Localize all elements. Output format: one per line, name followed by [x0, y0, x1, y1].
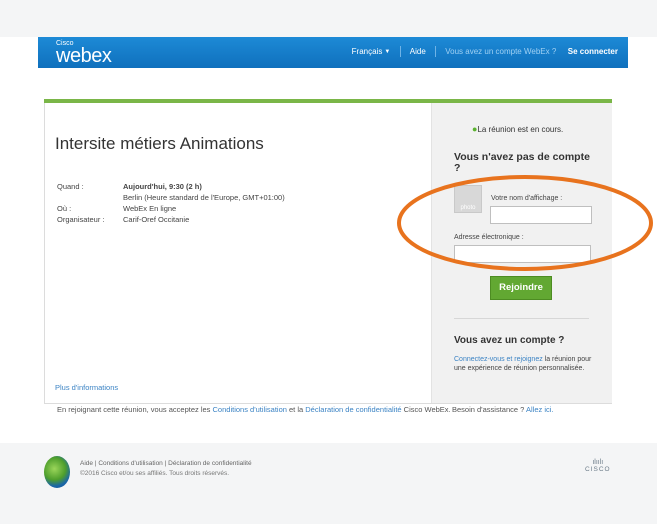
host-label: Organisateur :	[57, 215, 105, 224]
logo-webex-text: webex	[56, 45, 112, 67]
footer-copyright: ©2016 Cisco et/ou ses affiliés. Tous dro…	[80, 470, 230, 477]
signin-link[interactable]: Se connecter	[568, 47, 618, 56]
footer-links: Aide | Conditions d'utilisation | Déclar…	[80, 460, 252, 467]
cisco-wordmark: CISCO	[585, 466, 611, 473]
footer-privacy-link[interactable]: Déclaration de confidentialité	[168, 460, 251, 467]
meeting-card: Intersite métiers Animations Quand : Aujo…	[44, 99, 612, 404]
host-value: Carif-Oref Occitanie	[123, 215, 190, 224]
language-selector[interactable]: Français ▼	[352, 47, 391, 56]
terms-notice: En rejoignant cette réunion, vous accept…	[57, 405, 451, 414]
header-nav: Français ▼ Aide Vous avez un compte WebEx…	[352, 46, 618, 57]
cisco-bars-icon: ılıılı	[592, 459, 604, 466]
account-question: Vous avez un compte WebEx ?	[445, 47, 557, 56]
where-label: Où :	[57, 204, 72, 213]
footer-terms-link[interactable]: Conditions d'utilisation	[98, 460, 162, 467]
help-here-link[interactable]: Allez ici.	[526, 405, 554, 414]
footer: Aide | Conditions d'utilisation | Déclar…	[0, 443, 657, 524]
email-label: Adresse électronique :	[454, 234, 524, 241]
help-notice: Besoin d'assistance ? Allez ici.	[452, 405, 554, 414]
display-name-label: Votre nom d'affichage :	[491, 195, 563, 202]
avatar: photo	[454, 185, 482, 213]
meeting-info-panel: Intersite métiers Animations Quand : Aujo…	[45, 103, 431, 403]
email-input[interactable]	[454, 245, 591, 263]
join-button[interactable]: Rejoindre	[490, 276, 552, 300]
nav-divider	[399, 46, 401, 57]
footer-help-link[interactable]: Aide	[80, 460, 93, 467]
meeting-title: Intersite métiers Animations	[55, 134, 264, 153]
signin-join-link[interactable]: Connectez-vous et rejoignez	[454, 356, 543, 363]
privacy-link[interactable]: Déclaration de confidentialité	[305, 405, 401, 414]
join-panel: ●La réunion est en cours. Vous n'avez pa…	[431, 103, 612, 403]
display-name-input[interactable]	[490, 206, 592, 224]
where-value: WebEx En ligne	[123, 204, 177, 213]
header-bar: Cisco webex Français ▼ Aide Vous avez un …	[38, 37, 628, 68]
cisco-logo: ılıılı CISCO	[585, 459, 611, 473]
terms-link[interactable]: Conditions d'utilisation	[213, 405, 287, 414]
panel-divider	[454, 318, 589, 319]
nav-divider	[435, 46, 437, 57]
no-account-title: Vous n'avez pas de compte ?	[454, 151, 590, 174]
meeting-status: ●La réunion est en cours.	[472, 124, 564, 134]
top-gap	[0, 0, 657, 37]
when-label: Quand :	[57, 182, 84, 191]
webex-globe-icon	[44, 456, 70, 488]
avatar-photo-label: photo	[460, 205, 476, 211]
signin-description: Connectez-vous et rejoignez la réunion p…	[454, 356, 592, 372]
when-value: Aujourd'hui, 9:30 (2 h)	[123, 182, 202, 191]
webex-logo[interactable]: Cisco webex	[56, 40, 112, 67]
help-link[interactable]: Aide	[410, 47, 426, 56]
have-account-title: Vous avez un compte ?	[454, 335, 565, 346]
more-info-link[interactable]: Plus d'informations	[55, 383, 118, 392]
timezone-value: Berlin (Heure standard de l'Europe, GMT+…	[123, 193, 285, 202]
chevron-down-icon: ▼	[384, 48, 391, 55]
